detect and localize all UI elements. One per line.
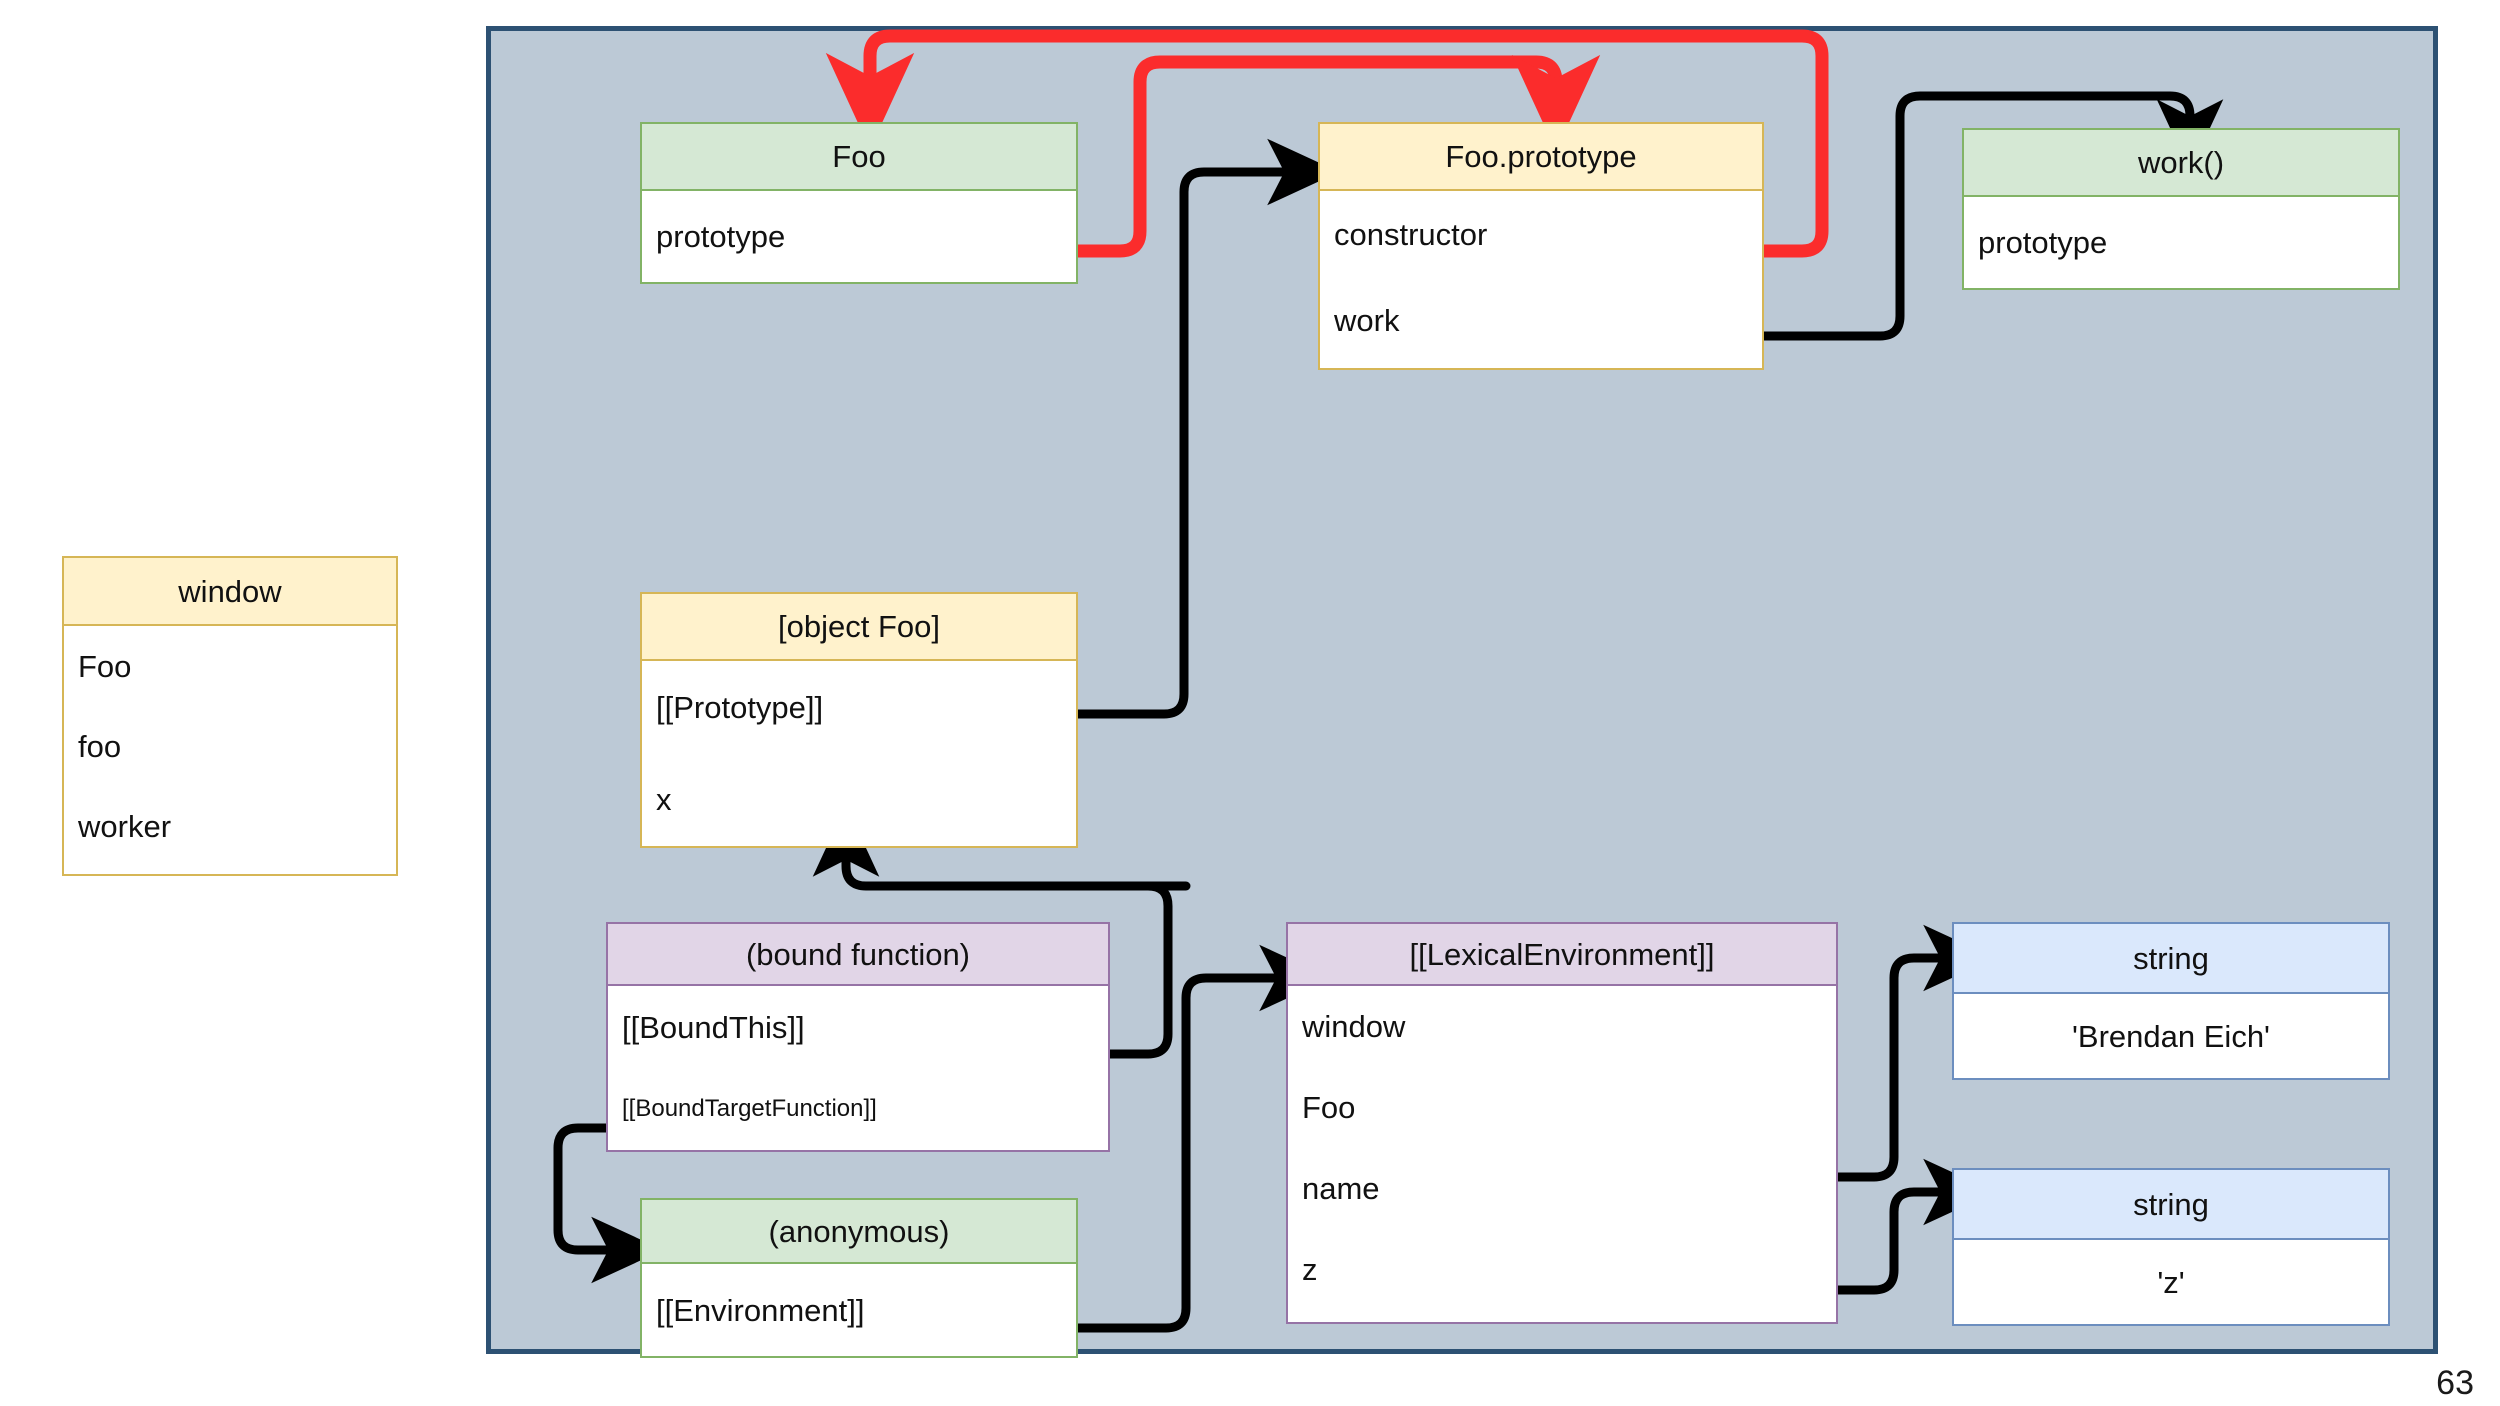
slide-stage: window Foo foo worker Foo prototype Foo.… xyxy=(0,0,2500,1406)
node-foo-prototype-row-work[interactable]: work xyxy=(1320,277,1762,363)
node-string-z-title: string xyxy=(1954,1170,2388,1240)
node-anonymous[interactable]: (anonymous) [[Environment]] xyxy=(640,1198,1078,1358)
node-lexical-environment-body: window Foo name z xyxy=(1288,986,1836,1322)
node-lexical-environment[interactable]: [[LexicalEnvironment]] window Foo name z xyxy=(1286,922,1838,1324)
node-work-body: prototype xyxy=(1964,197,2398,288)
node-window-body: Foo foo worker xyxy=(64,626,396,874)
node-bound-function-row-boundthis[interactable]: [[BoundThis]] xyxy=(608,986,1108,1068)
node-lexical-environment-row-foo[interactable]: Foo xyxy=(1288,1067,1836,1148)
node-lexical-environment-title: [[LexicalEnvironment]] xyxy=(1288,924,1836,986)
node-object-foo-body: [[Prototype]] x xyxy=(642,661,1076,846)
node-string-z-value[interactable]: 'z' xyxy=(1954,1240,2388,1324)
node-lexical-environment-row-name[interactable]: name xyxy=(1288,1148,1836,1229)
node-foo-prototype-title: Foo.prototype xyxy=(1320,124,1762,191)
node-string-brendan-value[interactable]: 'Brendan Eich' xyxy=(1954,994,2388,1078)
node-window-title: window xyxy=(64,558,396,626)
node-foo[interactable]: Foo prototype xyxy=(640,122,1078,284)
node-window-row-0[interactable]: Foo xyxy=(64,626,396,706)
node-window-row-2[interactable]: worker xyxy=(64,786,396,866)
node-work[interactable]: work() prototype xyxy=(1962,128,2400,290)
node-anonymous-body: [[Environment]] xyxy=(642,1264,1076,1356)
node-bound-function-row-boundtargetfunction[interactable]: [[BoundTargetFunction]] xyxy=(608,1068,1108,1150)
node-bound-function-title: (bound function) xyxy=(608,924,1108,986)
node-foo-prototype-body: constructor work xyxy=(1320,191,1762,368)
node-foo-body: prototype xyxy=(642,191,1076,282)
node-work-row-prototype[interactable]: prototype xyxy=(1964,197,2398,288)
node-object-foo-row-prototype[interactable]: [[Prototype]] xyxy=(642,661,1076,753)
node-object-foo-row-x[interactable]: x xyxy=(642,753,1076,845)
node-string-z[interactable]: string 'z' xyxy=(1952,1168,2390,1326)
node-window-row-1[interactable]: foo xyxy=(64,706,396,786)
node-foo-title: Foo xyxy=(642,124,1076,191)
node-lexical-environment-row-window[interactable]: window xyxy=(1288,986,1836,1067)
node-string-brendan-body: 'Brendan Eich' xyxy=(1954,994,2388,1078)
node-string-z-body: 'z' xyxy=(1954,1240,2388,1324)
node-object-foo[interactable]: [object Foo] [[Prototype]] x xyxy=(640,592,1078,848)
node-bound-function-body: [[BoundThis]] [[BoundTargetFunction]] xyxy=(608,986,1108,1150)
node-anonymous-title: (anonymous) xyxy=(642,1200,1076,1264)
node-string-brendan[interactable]: string 'Brendan Eich' xyxy=(1952,922,2390,1080)
node-foo-prototype[interactable]: Foo.prototype constructor work xyxy=(1318,122,1764,370)
page-number: 63 xyxy=(2436,1364,2474,1402)
node-bound-function[interactable]: (bound function) [[BoundThis]] [[BoundTa… xyxy=(606,922,1110,1152)
node-foo-row-prototype[interactable]: prototype xyxy=(642,191,1076,282)
node-lexical-environment-row-z[interactable]: z xyxy=(1288,1229,1836,1310)
node-anonymous-row-environment[interactable]: [[Environment]] xyxy=(642,1264,1076,1356)
node-string-brendan-title: string xyxy=(1954,924,2388,994)
node-work-title: work() xyxy=(1964,130,2398,197)
node-window[interactable]: window Foo foo worker xyxy=(62,556,398,876)
node-object-foo-title: [object Foo] xyxy=(642,594,1076,661)
node-foo-prototype-row-constructor[interactable]: constructor xyxy=(1320,191,1762,277)
